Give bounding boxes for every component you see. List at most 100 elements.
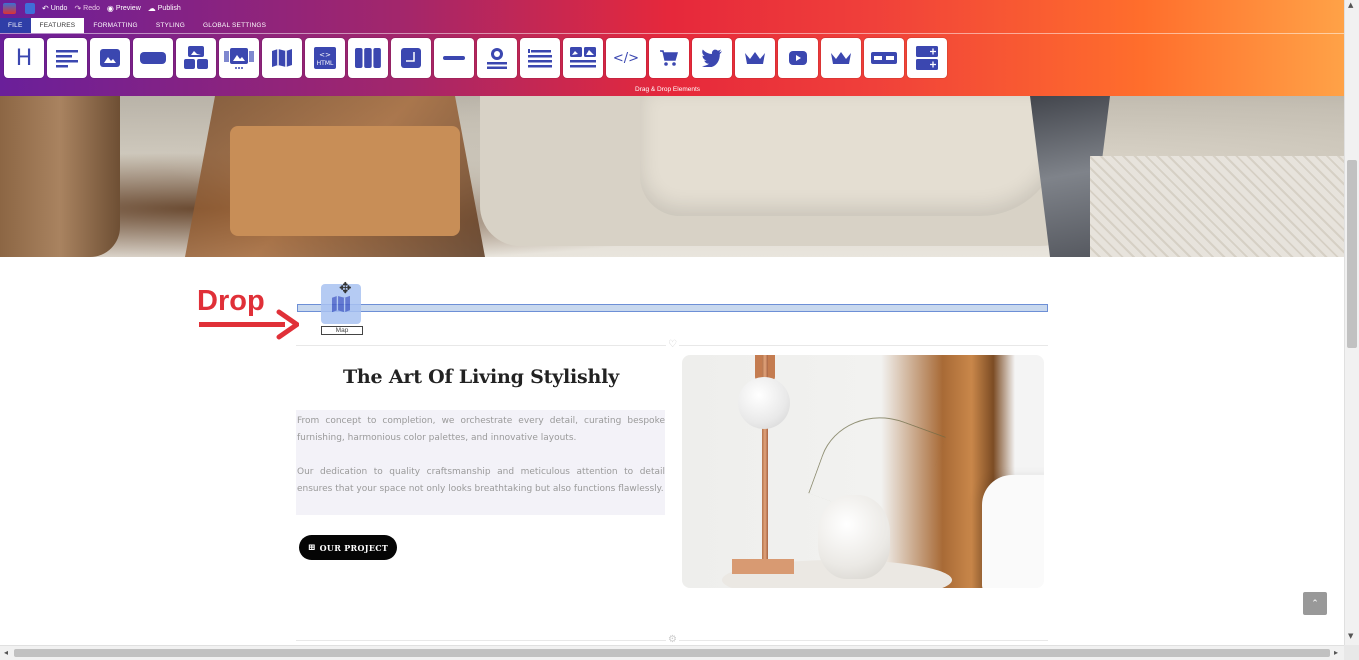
- lamp-base-shape: [732, 559, 794, 574]
- vertical-scrollbar[interactable]: ▲ ▼: [1344, 0, 1359, 660]
- tool-button[interactable]: [133, 38, 173, 78]
- menu-divider: [0, 33, 1344, 34]
- tool-add-section[interactable]: [907, 38, 947, 78]
- grid-icon: ⊞: [307, 542, 316, 553]
- pillow-shape: [982, 475, 1044, 588]
- interior-photo[interactable]: [682, 355, 1044, 588]
- tool-html[interactable]: <> HTML: [305, 38, 345, 78]
- horizontal-scroll-thumb[interactable]: [14, 649, 1330, 657]
- profile-icon: [487, 48, 507, 69]
- tool-profile[interactable]: [477, 38, 517, 78]
- tool-twitter[interactable]: [692, 38, 732, 78]
- redo-icon: ↷: [74, 3, 82, 13]
- quick-access-bar: ↶ Undo ↷ Redo ◉ Preview ☁ Publish: [0, 0, 181, 16]
- undo-icon: ↶: [42, 3, 49, 13]
- section-title[interactable]: The Art Of Living Stylishly: [297, 366, 665, 388]
- tool-image-slider[interactable]: [219, 38, 259, 78]
- gallery-icon: [184, 46, 208, 69]
- scroll-left-icon[interactable]: ◂: [4, 648, 8, 657]
- divider-icon: [443, 56, 465, 60]
- map-icon: [332, 295, 350, 313]
- button-group-icon: [871, 52, 897, 64]
- rug-shape: [1090, 156, 1344, 257]
- cushion-shape: [640, 96, 1060, 216]
- scroll-up-icon[interactable]: ▲: [1348, 1, 1353, 9]
- hero-image: [0, 96, 1344, 257]
- toolstrip-label: Drag & Drop Elements: [635, 86, 701, 93]
- lamp-bulb-shape: [738, 377, 790, 429]
- tool-heading[interactable]: H: [4, 38, 44, 78]
- paragraph-2: Our dedication to quality craftsmanship …: [297, 467, 665, 494]
- crown-icon: [745, 52, 765, 64]
- crown-icon: [831, 52, 851, 64]
- undo-button[interactable]: ↶ Undo: [42, 4, 67, 13]
- tab-styling[interactable]: STYLING: [147, 18, 194, 33]
- stool-shape: [0, 96, 120, 257]
- tool-cart[interactable]: [649, 38, 689, 78]
- html-icon: <>HTML: [314, 47, 336, 69]
- heart-icon: ♡: [666, 339, 679, 350]
- tool-image[interactable]: [90, 38, 130, 78]
- tab-features[interactable]: FEATURES: [30, 18, 85, 33]
- tool-image-gallery[interactable]: [176, 38, 216, 78]
- chevron-up-icon: ⌃: [1311, 598, 1319, 609]
- scroll-down-icon[interactable]: ▼: [1348, 632, 1353, 640]
- tool-button-group[interactable]: [864, 38, 904, 78]
- editor-toolbar: ↶ Undo ↷ Redo ◉ Preview ☁ Publish FILE FEATU…: [0, 0, 1344, 96]
- youtube-icon: [789, 51, 807, 65]
- app-icon[interactable]: [3, 2, 16, 14]
- publish-button[interactable]: ☁ Publish: [148, 4, 181, 13]
- heading-icon: H: [15, 45, 33, 71]
- drop-arrow-icon: [199, 309, 299, 340]
- menu-bar: FILE FEATURES FORMATTING STYLING GLOBAL …: [0, 18, 1344, 33]
- tab-file[interactable]: FILE: [0, 18, 31, 33]
- tool-premium-2[interactable]: [821, 38, 861, 78]
- scroll-right-icon[interactable]: ▸: [1334, 648, 1338, 657]
- code-icon: </>: [612, 50, 640, 66]
- box-icon: [401, 48, 421, 68]
- tool-text[interactable]: [47, 38, 87, 78]
- save-icon[interactable]: [25, 2, 35, 14]
- tool-premium[interactable]: [735, 38, 775, 78]
- gear-icon: ⚙: [666, 634, 679, 645]
- twitter-icon: [702, 49, 722, 67]
- scrollbar-corner: [1344, 645, 1359, 660]
- list-icon: [528, 49, 552, 68]
- move-cursor-icon: ✥: [339, 279, 352, 297]
- svg-text:<>: <>: [319, 51, 331, 59]
- eye-icon: ◉: [106, 3, 114, 13]
- text-block[interactable]: From concept to completion, we orchestra…: [296, 410, 665, 515]
- element-toolstrip: H <> HTML </>: [4, 38, 947, 78]
- tool-media-text[interactable]: [563, 38, 603, 78]
- cloud-icon: ☁: [147, 3, 156, 13]
- paragraph-1: From concept to completion, we orchestra…: [297, 416, 665, 443]
- chair-seat-shape: [230, 126, 460, 236]
- redo-button[interactable]: ↷ Redo: [74, 4, 99, 13]
- tool-code[interactable]: </>: [606, 38, 646, 78]
- drag-tooltip: Map: [321, 326, 363, 335]
- horizontal-scrollbar[interactable]: ◂ ▸: [0, 645, 1344, 660]
- map-icon: [272, 49, 292, 67]
- tool-box[interactable]: [391, 38, 431, 78]
- tool-divider[interactable]: [434, 38, 474, 78]
- columns-icon: [355, 48, 381, 68]
- add-section-icon: [916, 46, 938, 70]
- tool-map[interactable]: [262, 38, 302, 78]
- drop-zone-indicator[interactable]: [297, 304, 1048, 312]
- image-icon: [100, 49, 120, 67]
- tab-formatting[interactable]: FORMATTING: [84, 18, 147, 33]
- tool-list[interactable]: [520, 38, 560, 78]
- svg-text:HTML: HTML: [317, 60, 334, 67]
- vertical-scroll-thumb[interactable]: [1347, 160, 1357, 348]
- preview-button[interactable]: ◉ Preview: [107, 4, 141, 13]
- media-text-icon: [570, 47, 596, 68]
- tab-global-settings[interactable]: GLOBAL SETTINGS: [194, 18, 275, 33]
- slider-icon: [224, 48, 254, 69]
- tool-youtube[interactable]: [778, 38, 818, 78]
- our-project-button[interactable]: ⊞ OUR PROJECT: [299, 535, 397, 560]
- tool-columns[interactable]: [348, 38, 388, 78]
- text-align-icon: [56, 50, 78, 68]
- vase-shape: [818, 495, 890, 579]
- cart-icon: [660, 50, 678, 66]
- back-to-top-button[interactable]: ⌃: [1303, 592, 1327, 615]
